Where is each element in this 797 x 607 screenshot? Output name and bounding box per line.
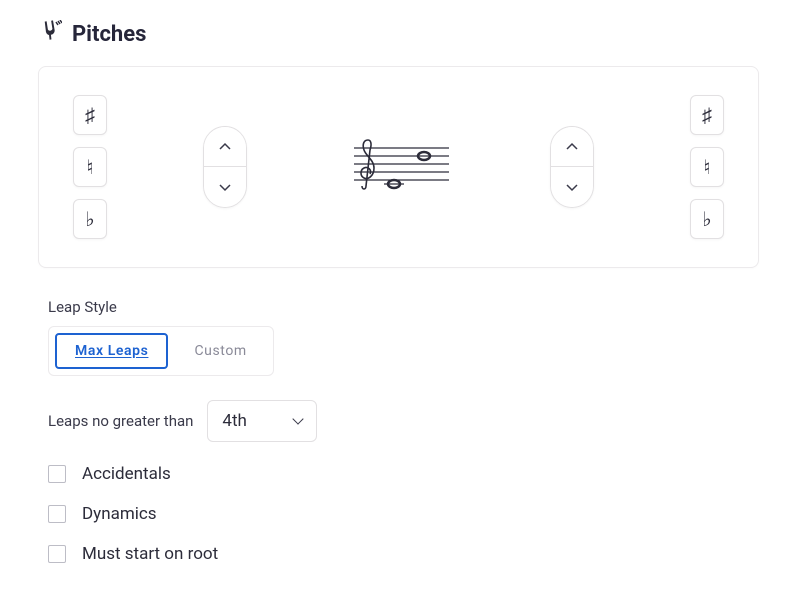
right-natural-button[interactable]: ♮ — [690, 147, 724, 187]
accidentals-checkbox[interactable] — [48, 465, 66, 483]
section-header: Pitches — [38, 20, 759, 48]
chevron-down-icon — [565, 182, 579, 192]
right-accidental-stack: ♯ ♮ ♭ — [690, 95, 724, 239]
leap-style-label: Leap Style — [48, 298, 759, 316]
accidentals-row: Accidentals — [48, 464, 759, 484]
right-sharp-button[interactable]: ♯ — [690, 95, 724, 135]
dynamics-row: Dynamics — [48, 504, 759, 524]
leaps-limit-label: Leaps no greater than — [48, 412, 193, 430]
left-accidental-stack: ♯ ♮ ♭ — [73, 95, 107, 239]
pitch-panel: ♯ ♮ ♭ — [38, 66, 759, 268]
must-start-on-root-row: Must start on root — [48, 544, 759, 564]
left-flat-button[interactable]: ♭ — [73, 199, 107, 239]
right-pitch-stepper — [550, 126, 594, 208]
tuning-fork-icon — [38, 20, 62, 48]
must-start-on-root-checkbox[interactable] — [48, 545, 66, 563]
chevron-up-icon — [218, 142, 232, 152]
form-area: Leap Style Max Leaps Custom Leaps no gre… — [48, 298, 759, 564]
chevron-up-icon — [565, 142, 579, 152]
leaps-limit-row: Leaps no greater than 4th — [48, 400, 759, 442]
right-pitch-up-button[interactable] — [551, 127, 593, 167]
chevron-down-icon — [218, 182, 232, 192]
section-title: Pitches — [72, 22, 146, 47]
right-pitch-down-button[interactable] — [551, 167, 593, 207]
accidentals-label: Accidentals — [82, 464, 171, 484]
staff-display — [344, 130, 454, 204]
leaps-limit-select[interactable]: 4th — [207, 400, 317, 442]
staff-icon — [344, 130, 454, 200]
left-pitch-stepper — [203, 126, 247, 208]
left-pitch-up-button[interactable] — [204, 127, 246, 167]
leap-style-custom[interactable]: Custom — [174, 333, 266, 369]
leap-style-max-leaps[interactable]: Max Leaps — [55, 333, 168, 369]
left-natural-button[interactable]: ♮ — [73, 147, 107, 187]
dynamics-checkbox[interactable] — [48, 505, 66, 523]
left-sharp-button[interactable]: ♯ — [73, 95, 107, 135]
must-start-on-root-label: Must start on root — [82, 544, 218, 564]
left-pitch-down-button[interactable] — [204, 167, 246, 207]
dynamics-label: Dynamics — [82, 504, 157, 524]
options-list: Accidentals Dynamics Must start on root — [48, 464, 759, 564]
right-flat-button[interactable]: ♭ — [690, 199, 724, 239]
leap-style-segmented: Max Leaps Custom — [48, 326, 274, 376]
